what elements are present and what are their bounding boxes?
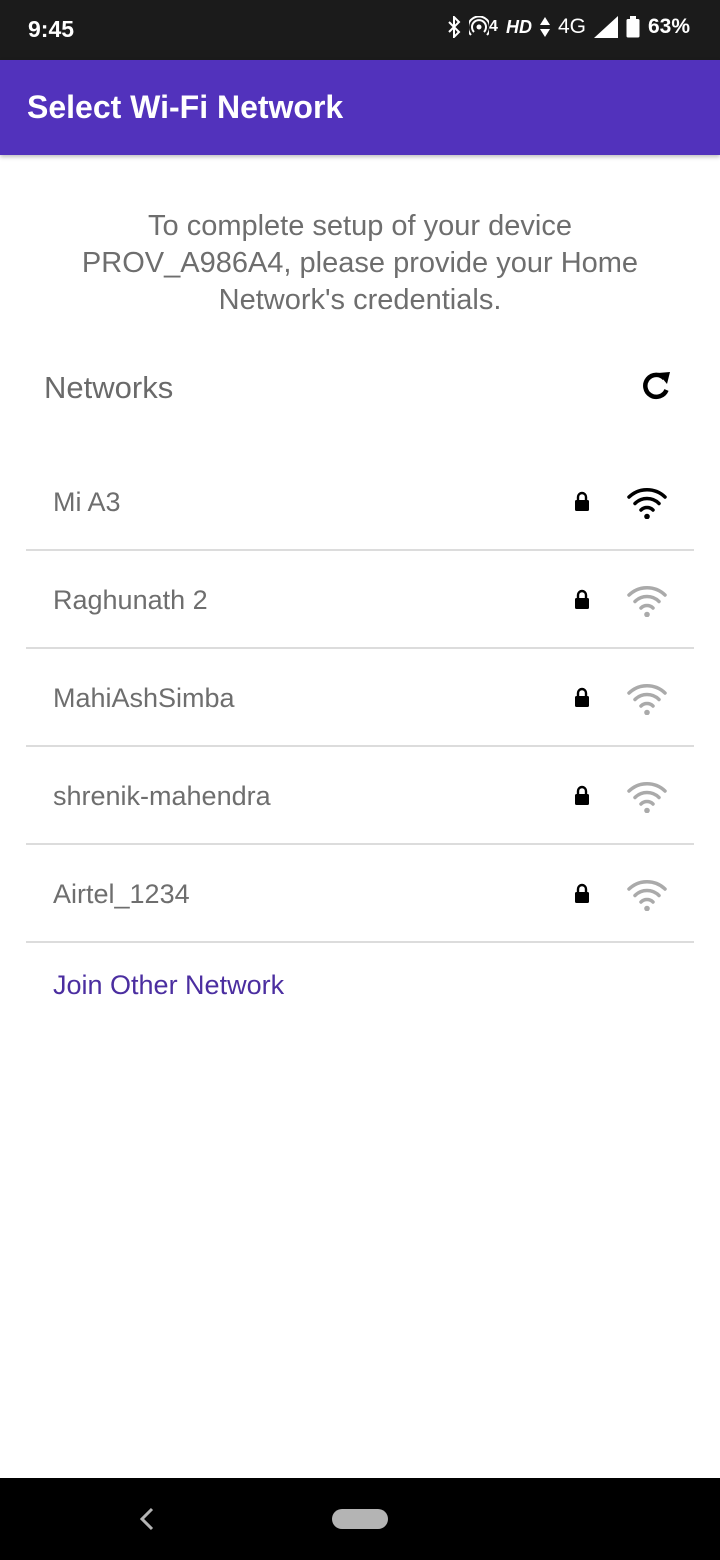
hotspot-indicator: 4 (469, 16, 498, 38)
battery-percent: 63% (647, 15, 690, 38)
page-title: Select Wi-Fi Network (27, 89, 344, 125)
lock-icon (575, 687, 589, 707)
network-name: MahiAshSimba (53, 683, 235, 713)
network-list: Mi A3 Raghunath 2 MahiAshSimba shrenik-mahe… (26, 453, 694, 943)
wifi-signal-icon (627, 782, 667, 813)
wifi-signal-icon (627, 488, 667, 519)
status-bar: 9:45 4 HD 4G 63% (0, 0, 720, 60)
network-type: 4G (557, 15, 586, 38)
status-time: 9:45 (28, 16, 75, 42)
network-row[interactable]: Mi A3 (26, 453, 694, 551)
setup-instructions: To complete setup of your device PROV_A9… (81, 210, 639, 316)
hotspot-icon (469, 16, 490, 36)
lock-icon (575, 785, 589, 805)
network-row[interactable]: shrenik-mahendra (26, 747, 694, 845)
bluetooth-icon (448, 16, 461, 38)
data-arrows-icon (539, 17, 550, 37)
lock-icon (575, 491, 589, 511)
refresh-icon[interactable] (634, 364, 678, 408)
status-icons: 4 HD 4G 63% (447, 15, 690, 39)
network-row[interactable]: Airtel_1234 (26, 845, 694, 943)
join-other-network-link[interactable]: Join Other Network (53, 970, 284, 1001)
hotspot-count: 4 (489, 18, 498, 35)
lock-icon (575, 589, 589, 609)
wifi-signal-icon (627, 684, 667, 715)
network-row[interactable]: Raghunath 2 (26, 551, 694, 649)
network-row[interactable]: MahiAshSimba (26, 649, 694, 747)
lock-icon (575, 883, 589, 903)
battery-icon (626, 16, 640, 38)
app-bar: Select Wi-Fi Network (0, 60, 720, 155)
home-pill[interactable] (332, 1509, 388, 1529)
network-name: Raghunath 2 (53, 585, 208, 615)
networks-heading: Networks (44, 370, 174, 405)
hd-label: HD (505, 16, 532, 37)
network-name: Airtel_1234 (53, 879, 190, 909)
wifi-signal-icon (627, 586, 667, 617)
network-name: shrenik-mahendra (53, 781, 271, 811)
wifi-signal-icon (627, 880, 667, 911)
back-icon[interactable] (136, 1506, 158, 1532)
network-name: Mi A3 (53, 487, 121, 517)
cell-signal-icon (593, 16, 618, 38)
